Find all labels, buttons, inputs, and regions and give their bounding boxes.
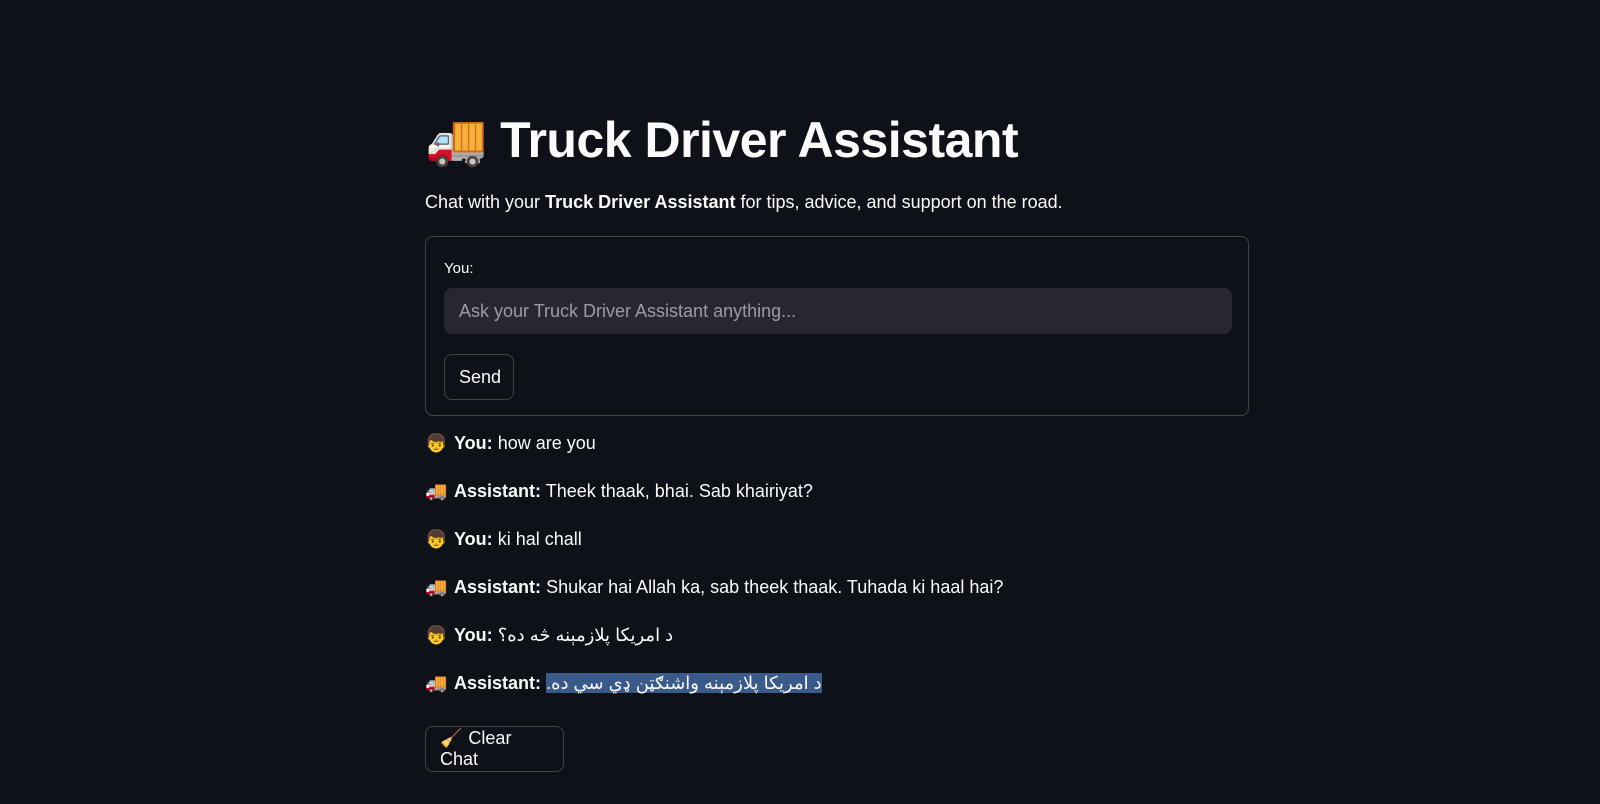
speaker-label: Assistant:: [454, 673, 542, 693]
message-text: Theek thaak, bhai. Sab khairiyat?: [545, 481, 813, 501]
chat-message: 👦 You: د امریکا پلازمېنه څه ده؟: [425, 622, 673, 649]
chat-message: 👦 You: how are you: [425, 430, 596, 457]
speaker-label: You:: [454, 433, 493, 453]
message-text: د امریکا پلازمېنه څه ده؟: [497, 625, 674, 645]
chat-message: 👦 You: ki hal chall: [425, 526, 582, 553]
subtitle-suffix: for tips, advice, and support on the roa…: [735, 192, 1063, 212]
message-text: ki hal chall: [497, 529, 582, 549]
speaker-label: Assistant:: [454, 481, 542, 501]
chat-message: 🚚 Assistant: د امریکا پلازمېنه واشنګټن ډ…: [425, 670, 822, 697]
chat-message: 🚚 Assistant: Shukar hai Allah ka, sab th…: [425, 574, 1003, 601]
boy-icon: 👦: [425, 433, 448, 454]
clear-chat-button[interactable]: 🧹 Clear Chat: [425, 726, 564, 772]
truck-icon: 🚚: [425, 577, 448, 598]
input-label: You:: [444, 260, 474, 277]
message-text-selected: د امریکا پلازمېنه واشنګټن ډي سي ده.: [546, 673, 822, 693]
boy-icon: 👦: [425, 529, 448, 550]
message-input[interactable]: [444, 288, 1232, 334]
chat-form: You: Send: [425, 236, 1249, 416]
chat-message: 🚚 Assistant: Theek thaak, bhai. Sab khai…: [425, 478, 813, 505]
truck-icon: 🚚: [425, 481, 448, 502]
speaker-label: Assistant:: [454, 577, 542, 597]
boy-icon: 👦: [425, 625, 448, 646]
message-text: how are you: [497, 433, 596, 453]
subtitle-bold: Truck Driver Assistant: [545, 192, 736, 212]
page-subtitle: Chat with your Truck Driver Assistant fo…: [425, 188, 1063, 216]
page-title-text: Truck Driver Assistant: [500, 112, 1019, 168]
truck-icon: 🚚: [425, 673, 448, 694]
message-text: Shukar hai Allah ka, sab theek thaak. Tu…: [546, 577, 1004, 597]
send-button[interactable]: Send: [444, 354, 514, 400]
page-title: 🚚 Truck Driver Assistant: [425, 108, 1019, 172]
subtitle-prefix: Chat with your: [425, 192, 546, 212]
broom-icon: 🧹: [440, 728, 463, 749]
speaker-label: You:: [454, 625, 493, 645]
truck-icon: 🚚: [425, 111, 487, 169]
speaker-label: You:: [454, 529, 493, 549]
